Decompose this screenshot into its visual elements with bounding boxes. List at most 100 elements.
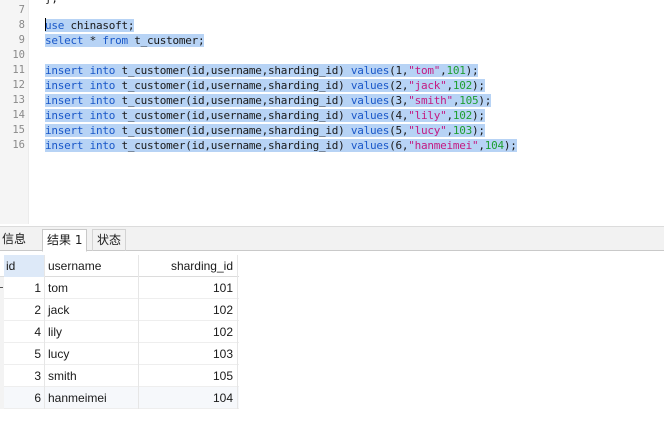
cell-id[interactable]: 6	[4, 387, 45, 409]
code-token-pl: t_customer(id,username,sharding_id)	[115, 64, 351, 77]
cell-sharding-id[interactable]: 101	[139, 277, 238, 299]
table-row[interactable]: 1 tom 101	[0, 277, 239, 299]
cell-sharding-id[interactable]: 103	[139, 343, 238, 365]
code-token-kw: values	[350, 79, 390, 92]
code-token-pl: );	[465, 64, 479, 77]
table-row[interactable]: 2 jack 102	[0, 299, 239, 321]
cell-username[interactable]: hanmeimei	[45, 387, 139, 409]
code-token-pl: t_customer(id,username,sharding_id)	[115, 139, 351, 152]
cell-sharding-id[interactable]: 102	[139, 299, 238, 321]
code-line[interactable]: 13 insert into t_customer(id,username,sha…	[0, 93, 664, 108]
code-token-kw: select	[45, 34, 84, 47]
sql-editor[interactable]: }; 78use chinasoft;9select * from t_cust…	[0, 0, 664, 224]
code-token-pl: );	[472, 124, 485, 137]
column-header-sharding-id[interactable]: sharding_id	[139, 255, 238, 277]
code-token-pl: (3,	[389, 94, 409, 107]
code-line[interactable]: 15 insert into t_customer(id,username,sha…	[0, 123, 664, 138]
cell-id[interactable]: 4	[4, 321, 45, 343]
code-token-pl: );	[503, 139, 517, 152]
code-token-pl: );	[472, 109, 485, 122]
code-token-kw: from	[102, 34, 128, 47]
code-token-kw: values	[350, 139, 390, 152]
line-number: 8	[18, 19, 25, 31]
code-line[interactable]: 7	[0, 3, 664, 18]
code-line[interactable]: 11 insert into t_customer(id,username,sha…	[0, 63, 664, 78]
code-token-kw: insert into	[45, 64, 116, 77]
code-token-pl: t_customer(id,username,sharding_id)	[115, 79, 351, 92]
cell-sharding-id[interactable]: 104	[139, 387, 238, 409]
code-token-kw: use	[45, 19, 65, 32]
tab-info[interactable]: 信息	[0, 229, 30, 251]
line-number: 13	[12, 94, 25, 106]
table-row[interactable]: 5 lucy 103	[0, 343, 239, 365]
table-row[interactable]: 4 lily 102	[0, 321, 239, 343]
line-code: insert into t_customer(id,username,shard…	[45, 93, 491, 108]
code-token-num: 104	[484, 139, 504, 152]
table-row[interactable]: 6 hanmeimei 104	[0, 387, 239, 409]
code-token-str: "smith"	[408, 94, 453, 107]
line-number: 16	[12, 139, 25, 151]
code-token-kw: insert into	[45, 139, 116, 152]
code-token-kw: values	[350, 124, 390, 137]
code-line[interactable]: 12 insert into t_customer(id,username,sha…	[0, 78, 664, 93]
selection-highlight: select * from t_customer;	[45, 34, 205, 47]
column-header-id[interactable]: id	[4, 255, 45, 277]
line-code: insert into t_customer(id,username,shard…	[45, 138, 517, 153]
cell-id[interactable]: 1	[4, 277, 45, 299]
cell-id[interactable]: 5	[4, 343, 45, 365]
code-token-pl: (1,	[389, 64, 409, 77]
tab-status[interactable]: 状态	[92, 229, 127, 251]
code-token-pl: (6,	[389, 139, 409, 152]
selection-highlight: insert into t_customer(id,username,shard…	[45, 79, 485, 92]
code-token-kw: values	[350, 109, 390, 122]
cell-username[interactable]: lily	[45, 321, 139, 343]
code-token-num: 102	[452, 79, 473, 92]
code-line[interactable]: 10	[0, 48, 664, 63]
selection-highlight: insert into t_customer(id,username,shard…	[45, 124, 485, 137]
code-token-pl: t_customer(id,username,sharding_id)	[115, 124, 351, 137]
line-code: select * from t_customer;	[45, 33, 205, 48]
cell-sharding-id[interactable]: 105	[139, 365, 238, 387]
cell-id[interactable]: 2	[4, 299, 45, 321]
code-token-pl: t_customer(id,username,sharding_id)	[115, 109, 351, 122]
cell-sharding-id[interactable]: 102	[139, 321, 238, 343]
line-number: 15	[12, 124, 25, 136]
line-number: 14	[12, 109, 25, 121]
code-token-kw: insert into	[45, 94, 116, 107]
line-number: 7	[18, 4, 25, 16]
line-code: use chinasoft;	[45, 18, 134, 33]
line-number: 11	[12, 64, 25, 76]
cell-username[interactable]: tom	[45, 277, 139, 299]
result-tabbar: 信息 结果 1 状态	[0, 226, 664, 252]
line-number: 9	[18, 34, 25, 46]
selection-highlight: insert into t_customer(id,username,shard…	[45, 64, 479, 77]
code-token-kw: insert into	[45, 109, 116, 122]
code-token-str: "lily"	[408, 109, 447, 122]
code-token-kw: insert into	[45, 79, 116, 92]
tab-result-1[interactable]: 结果 1	[42, 229, 88, 252]
cell-id[interactable]: 3	[4, 365, 45, 387]
code-line[interactable]: 16 insert into t_customer(id,username,sha…	[0, 138, 664, 153]
code-token-pl: (4,	[389, 109, 409, 122]
code-token-num: 105	[459, 94, 479, 107]
code-token-pl: (2,	[389, 79, 409, 92]
code-token-pl: );	[478, 94, 492, 107]
code-token-str: "hanmeimei"	[408, 139, 479, 152]
code-line[interactable]: 9 select * from t_customer;	[0, 33, 664, 48]
cell-username[interactable]: lucy	[45, 343, 139, 365]
code-token-str: "tom"	[408, 64, 441, 77]
cell-username[interactable]: jack	[45, 299, 139, 321]
code-token-pl: t_customer;	[127, 34, 205, 47]
grid-body: 1 tom 101 2 jack 102 4 lily 102 5 lucy 103 3 smith 105…	[0, 277, 239, 409]
code-line[interactable]: 8 use chinasoft;	[0, 18, 664, 33]
column-header-username[interactable]: username	[45, 255, 139, 277]
line-code: insert into t_customer(id,username,shard…	[45, 63, 479, 78]
cell-username[interactable]: smith	[45, 365, 139, 387]
code-line[interactable]: 14 insert into t_customer(id,username,sha…	[0, 108, 664, 123]
selection-highlight: insert into t_customer(id,username,shard…	[45, 94, 491, 107]
result-grid[interactable]: id username sharding_id 1 tom 101 2 jack 102 4…	[0, 255, 239, 409]
selection-highlight: insert into t_customer(id,username,shard…	[45, 139, 517, 152]
line-number: 10	[12, 49, 25, 61]
table-row[interactable]: 3 smith 105	[0, 365, 239, 387]
code-token-str: "lucy"	[408, 124, 447, 137]
